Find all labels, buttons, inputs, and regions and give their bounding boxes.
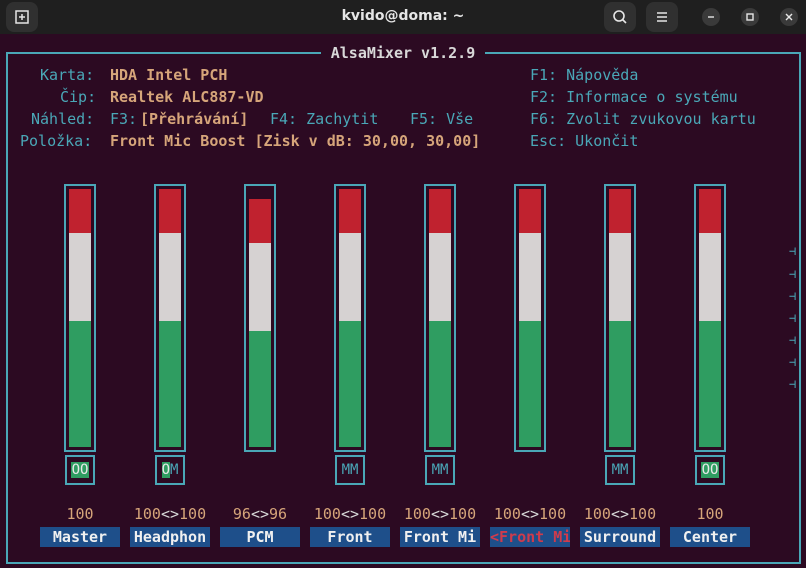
- level-green: [699, 321, 721, 447]
- maximize-button[interactable]: [741, 8, 759, 26]
- scroll-tick: ⊣: [789, 355, 797, 369]
- view-playback: [Přehrávání]: [140, 110, 249, 128]
- mute-switch[interactable]: MM: [605, 455, 635, 485]
- close-button[interactable]: [780, 8, 798, 26]
- level-green: [159, 321, 181, 447]
- scroll-tick: ⊣: [789, 244, 797, 258]
- help-f6: F6: Zvolit zvukovou kartu: [530, 110, 756, 128]
- level-white: [339, 233, 361, 321]
- close-icon: [785, 13, 793, 21]
- search-button[interactable]: [604, 2, 636, 32]
- volume-value: 100: [696, 505, 724, 523]
- level-red: [249, 199, 271, 244]
- level-red: [699, 189, 721, 233]
- search-icon: [613, 10, 627, 24]
- card-label: Karta:: [40, 66, 95, 84]
- app-title-bar: AlsaMixer v1.2.9: [0, 43, 806, 62]
- view-all: F5: Vše: [410, 110, 474, 128]
- help-f2: F2: Informace o systému: [530, 88, 738, 106]
- mute-switch[interactable]: OO: [695, 455, 725, 485]
- volume-slider[interactable]: [604, 184, 636, 452]
- level-white: [69, 233, 91, 321]
- channel-name[interactable]: Front Mi: [400, 527, 480, 547]
- volume-slider[interactable]: [334, 184, 366, 452]
- item-label: Položka:: [20, 132, 93, 150]
- scroll-tick: ⊣: [789, 267, 797, 281]
- minimize-button[interactable]: [702, 8, 720, 26]
- level-red: [429, 189, 451, 233]
- volume-value: 100<>100: [403, 505, 477, 523]
- terminal-area[interactable]: AlsaMixer v1.2.9 Karta: HDA Intel PCH Či…: [0, 34, 806, 568]
- item-value: Front Mic Boost [Zisk v dB: 30,00, 30,00…: [110, 132, 481, 150]
- volume-value: 96<>96: [232, 505, 288, 523]
- channel-name[interactable]: Front: [310, 527, 390, 547]
- volume-value: 100: [66, 505, 94, 523]
- level-green: [249, 331, 271, 447]
- level-white: [429, 233, 451, 321]
- level-green: [429, 321, 451, 447]
- scroll-tick: ⊣: [789, 289, 797, 303]
- volume-value: 100<>100: [133, 505, 207, 523]
- level-white: [159, 233, 181, 321]
- level-red: [609, 189, 631, 233]
- minimize-icon: [708, 16, 714, 18]
- view-f3-key: F3:: [110, 110, 138, 128]
- level-green: [69, 321, 91, 447]
- channel-name[interactable]: Headphon: [130, 527, 210, 547]
- volume-slider[interactable]: [64, 184, 96, 452]
- volume-slider[interactable]: [694, 184, 726, 452]
- mute-switch[interactable]: MM: [425, 455, 455, 485]
- mute-switch[interactable]: OO: [65, 455, 95, 485]
- volume-slider[interactable]: [424, 184, 456, 452]
- card-value: HDA Intel PCH: [110, 66, 228, 84]
- channel-name[interactable]: <Front Mi>: [490, 527, 570, 547]
- channel-name[interactable]: Surround: [580, 527, 660, 547]
- volume-value: 100<>100: [313, 505, 387, 523]
- mute-switch[interactable]: OM: [155, 455, 185, 485]
- window-title: kvido@doma: ~: [341, 8, 465, 24]
- maximize-icon: [746, 13, 754, 21]
- volume-value: 100<>100: [493, 505, 567, 523]
- window-titlebar: kvido@doma: ~: [0, 0, 806, 34]
- channel-name[interactable]: PCM: [220, 527, 300, 547]
- chip-value: Realtek ALC887-VD: [110, 88, 264, 106]
- level-red: [339, 189, 361, 233]
- volume-slider[interactable]: [514, 184, 546, 452]
- view-capture: F4: Zachytit: [270, 110, 379, 128]
- channel-name[interactable]: Center: [670, 527, 750, 547]
- level-red: [69, 189, 91, 233]
- level-green: [519, 321, 541, 447]
- level-white: [699, 233, 721, 321]
- hamburger-icon: [657, 12, 667, 22]
- scroll-tick: ⊣: [789, 333, 797, 347]
- app-title: AlsaMixer v1.2.9: [320, 44, 486, 62]
- level-red: [159, 189, 181, 233]
- menu-button[interactable]: [646, 2, 678, 32]
- level-white: [519, 233, 541, 321]
- help-esc: Esc: Ukončit: [530, 132, 639, 150]
- volume-slider[interactable]: [154, 184, 186, 452]
- mute-switch[interactable]: MM: [335, 455, 365, 485]
- scroll-tick: ⊣: [789, 377, 797, 391]
- level-red: [519, 189, 541, 233]
- level-green: [339, 321, 361, 447]
- level-green: [609, 321, 631, 447]
- chip-label: Čip:: [60, 88, 97, 106]
- channel-name[interactable]: Master: [40, 527, 120, 547]
- help-f1: F1: Nápověda: [530, 66, 639, 84]
- scroll-tick: ⊣: [789, 311, 797, 325]
- level-white: [609, 233, 631, 321]
- volume-slider[interactable]: [244, 184, 276, 452]
- level-white: [249, 243, 271, 332]
- volume-value: 100<>100: [583, 505, 657, 523]
- view-label: Náhled:: [31, 110, 95, 128]
